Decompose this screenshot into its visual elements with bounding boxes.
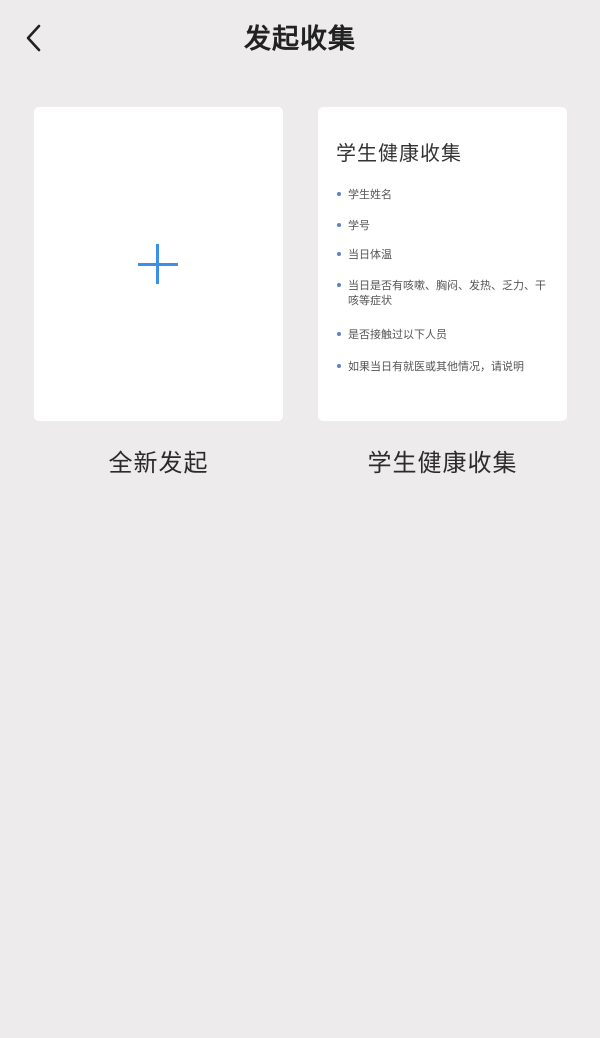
- template-field: 当日是否有咳嗽、胸闷、发热、乏力、干咳等症状: [336, 278, 551, 308]
- template-card-student-health[interactable]: 学生健康收集 学生姓名 学号 当日体温 当日是否有咳嗽、胸闷、发热、乏力、干咳等…: [318, 107, 567, 421]
- header: 发起收集: [0, 0, 600, 72]
- new-collection-card[interactable]: [34, 107, 283, 421]
- template-field: 是否接触过以下人员: [336, 327, 551, 342]
- plus-icon: [138, 244, 178, 284]
- template-field-list: 学生姓名 学号 当日体温 当日是否有咳嗽、胸闷、发热、乏力、干咳等症状 是否接触…: [336, 187, 551, 374]
- template-field: 学生姓名: [336, 187, 551, 202]
- template-title: 学生健康收集: [336, 141, 462, 165]
- template-field: 学号: [336, 218, 551, 233]
- collect-page: 发起收集 学生健康收集 学生姓名 学号 当日体温 当日是否有咳嗽、胸闷、发热、乏…: [0, 0, 600, 1038]
- page-title: 发起收集: [244, 24, 356, 55]
- template-field: 如果当日有就医或其他情况，请说明: [336, 359, 551, 374]
- template-field: 当日体温: [336, 247, 551, 262]
- template-label[interactable]: 学生健康收集: [318, 443, 567, 478]
- new-collection-label[interactable]: 全新发起: [34, 443, 283, 478]
